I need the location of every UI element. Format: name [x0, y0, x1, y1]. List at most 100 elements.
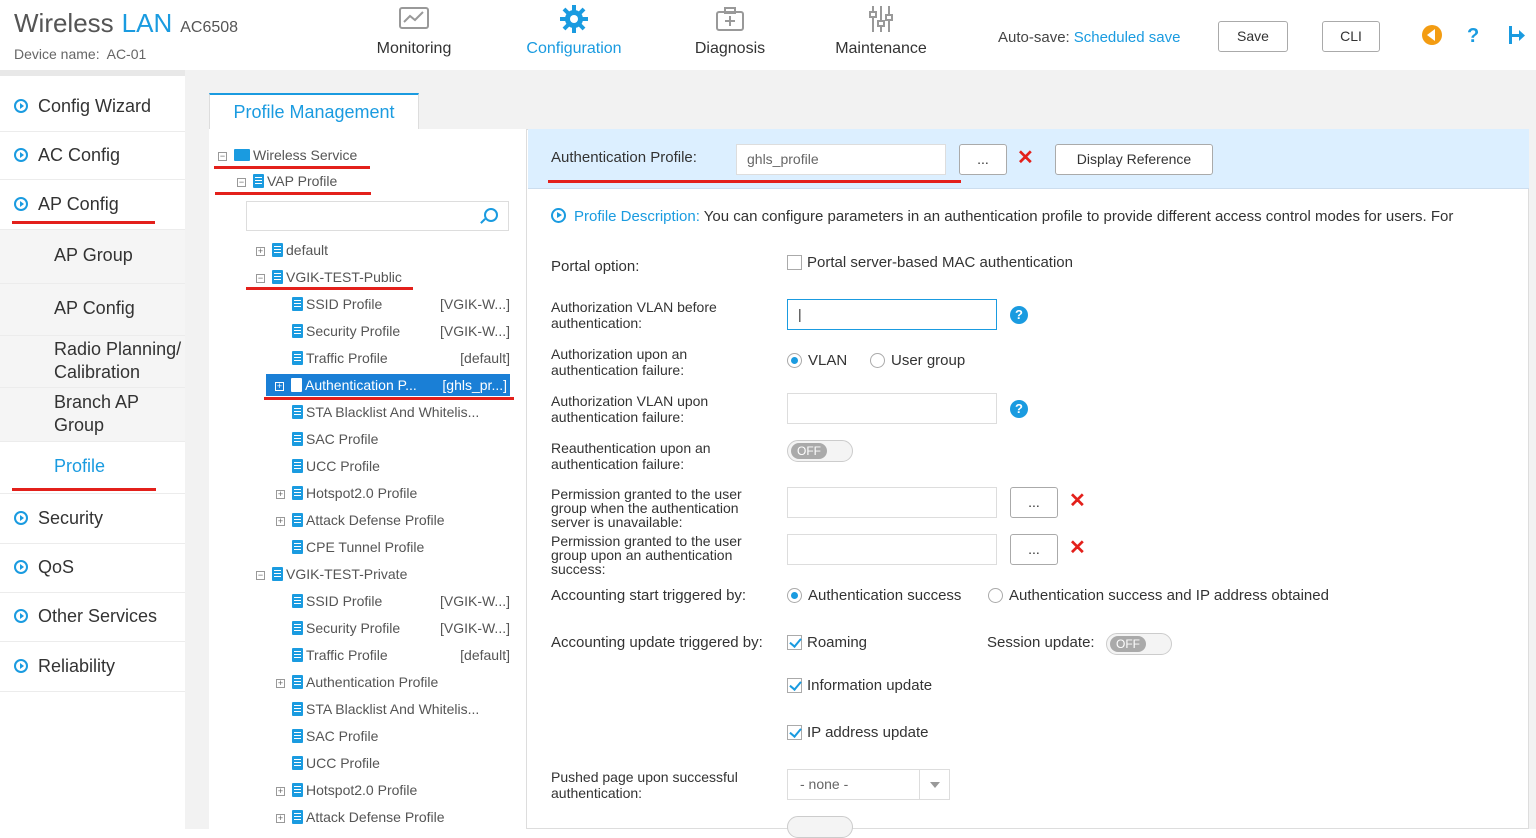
nav-configuration[interactable]: Configuration — [524, 4, 624, 58]
acct-update-roaming-checkbox[interactable] — [787, 635, 802, 650]
tree-node[interactable]: STA Blacklist And Whitelis... — [276, 401, 510, 423]
acct-update-ip-option[interactable]: IP address update — [787, 724, 928, 741]
session-update-toggle[interactable]: OFF — [1106, 633, 1172, 655]
perm-unavailable-browse-button[interactable]: ... — [1010, 487, 1058, 518]
tree-node[interactable]: Traffic Profile [default] — [276, 644, 510, 666]
perm-unavailable-input[interactable] — [787, 487, 997, 518]
tree-node[interactable]: + Authentication Profile — [276, 671, 510, 693]
expand-icon[interactable]: + — [275, 382, 284, 391]
sidebar-sub-ap-config[interactable]: AP Config — [0, 284, 185, 336]
acct-start-auth-ip-radio[interactable] — [988, 588, 1003, 603]
tree-node-authentication-selected[interactable]: + Authentication P... [ghls_pr...] — [266, 374, 510, 396]
tree-node[interactable]: Security Profile [VGIK-W...] — [276, 617, 510, 639]
tree-search[interactable] — [246, 201, 509, 231]
arrow-circle-icon — [14, 99, 28, 113]
nav-maintenance[interactable]: Maintenance — [834, 4, 928, 58]
acct-start-auth-success-option[interactable]: Authentication success — [787, 587, 961, 604]
auth-profile-input[interactable]: ghls_profile — [736, 144, 946, 175]
tree-node[interactable]: UCC Profile — [276, 455, 510, 477]
tree-node[interactable]: SAC Profile — [276, 725, 510, 747]
tree-node[interactable]: + Attack Defense Profile — [276, 509, 510, 531]
acct-update-roaming-option[interactable]: Roaming — [787, 634, 867, 651]
tree-node[interactable]: + default — [256, 239, 510, 261]
tree-node[interactable]: − VGIK-TEST-Private — [256, 563, 510, 585]
tree-root-wireless-service[interactable]: − Wireless Service — [218, 144, 357, 166]
search-icon[interactable] — [484, 208, 498, 222]
tree-node[interactable]: + Hotspot2.0 Profile — [276, 482, 510, 504]
nav-monitoring[interactable]: Monitoring — [373, 4, 455, 58]
top-header: Wireless LAN AC6508 Device name: AC-01 Mon… — [0, 0, 1536, 70]
scheduled-save-link[interactable]: Scheduled save — [1074, 29, 1181, 46]
acct-update-info-option[interactable]: Information update — [787, 677, 932, 694]
tree-node[interactable]: Traffic Profile [default] — [276, 347, 510, 369]
tree-node[interactable]: SAC Profile — [276, 428, 510, 450]
auth-fail-vlan-radio[interactable] — [787, 353, 802, 368]
expand-icon[interactable]: + — [256, 247, 265, 256]
sidebar-item-security[interactable]: Security — [0, 495, 185, 544]
arrow-circle-icon — [14, 148, 28, 162]
tree-node-vap-profile[interactable]: − VAP Profile — [237, 170, 337, 192]
cli-button[interactable]: CLI — [1322, 21, 1380, 52]
tree-node[interactable]: SSID Profile [VGIK-W...] — [276, 590, 510, 612]
collapse-icon[interactable]: − — [237, 178, 246, 187]
tree-node[interactable]: UCC Profile — [276, 752, 510, 774]
perm-success-input[interactable] — [787, 534, 997, 565]
expand-icon[interactable]: + — [276, 490, 285, 499]
tree-node[interactable]: + Hotspot2.0 Profile — [276, 779, 510, 801]
sidebar-item-ac-config[interactable]: AC Config — [0, 132, 185, 180]
save-button[interactable]: Save — [1218, 21, 1288, 52]
acct-update-ip-checkbox[interactable] — [787, 725, 802, 740]
logout-icon[interactable] — [1505, 24, 1527, 46]
auth-vlan-fail-input[interactable] — [787, 393, 997, 424]
sidebar-item-config-wizard[interactable]: Config Wizard — [0, 82, 185, 132]
partial-toggle[interactable] — [787, 816, 853, 838]
expand-icon[interactable]: + — [276, 814, 285, 823]
tree-node[interactable]: Security Profile [VGIK-W...] — [276, 320, 510, 342]
sidebar-sub-radio-planning[interactable]: Radio Planning/ Calibration — [0, 336, 185, 388]
auth-fail-usergroup-radio[interactable] — [870, 353, 885, 368]
portal-mac-auth-checkbox[interactable] — [787, 255, 802, 270]
clear-icon[interactable]: ✕ — [1017, 148, 1034, 168]
sidebar-sub-ap-group[interactable]: AP Group — [0, 230, 185, 284]
help-icon[interactable]: ? — [1010, 306, 1028, 324]
tree-node[interactable]: CPE Tunnel Profile — [276, 536, 510, 558]
tab-profile-management[interactable]: Profile Management — [209, 93, 419, 129]
expand-icon[interactable]: + — [276, 787, 285, 796]
nav-diagnosis[interactable]: Diagnosis — [694, 4, 766, 58]
doc-icon — [292, 621, 303, 635]
acct-start-auth-success-radio[interactable] — [787, 588, 802, 603]
help-icon[interactable]: ? — [1010, 400, 1028, 418]
clear-icon[interactable]: ✕ — [1069, 538, 1086, 558]
collapse-icon[interactable]: − — [256, 274, 265, 283]
sidebar-item-qos[interactable]: QoS — [0, 544, 185, 593]
back-icon[interactable] — [1421, 24, 1443, 46]
auth-fail-usergroup-option[interactable]: User group — [870, 352, 965, 369]
clear-icon[interactable]: ✕ — [1069, 491, 1086, 511]
chevron-down-icon[interactable] — [919, 770, 949, 799]
acct-start-auth-ip-option[interactable]: Authentication success and IP address ob… — [988, 587, 1329, 604]
pushed-page-select[interactable]: - none - — [787, 769, 950, 800]
collapse-icon[interactable]: − — [256, 571, 265, 580]
expand-icon[interactable]: + — [276, 679, 285, 688]
tree-node[interactable]: + Attack Defense Profile — [276, 806, 510, 828]
tree-search-input[interactable] — [247, 202, 467, 230]
sidebar-sub-branch-ap-group[interactable]: Branch AP Group — [0, 388, 185, 442]
auth-vlan-before-input[interactable]: | — [787, 299, 997, 330]
perm-success-browse-button[interactable]: ... — [1010, 534, 1058, 565]
acct-update-info-checkbox[interactable] — [787, 678, 802, 693]
reauth-toggle[interactable]: OFF — [787, 440, 853, 462]
expand-icon[interactable]: + — [276, 517, 285, 526]
tree-node[interactable]: SSID Profile [VGIK-W...] — [276, 293, 510, 315]
tree-node[interactable]: − VGIK-TEST-Public — [256, 266, 510, 288]
help-icon[interactable]: ? — [1462, 24, 1484, 46]
sidebar-item-reliability[interactable]: Reliability — [0, 642, 185, 692]
display-reference-button[interactable]: Display Reference — [1055, 144, 1213, 175]
auth-fail-vlan-option[interactable]: VLAN — [787, 352, 847, 369]
collapse-icon[interactable]: − — [218, 152, 227, 161]
tree-node[interactable]: STA Blacklist And Whitelis... — [276, 698, 510, 720]
sidebar-item-other-services[interactable]: Other Services — [0, 593, 185, 642]
auth-profile-browse-button[interactable]: ... — [959, 144, 1007, 175]
doc-icon — [292, 459, 303, 473]
sidebar-sub-profile[interactable]: Profile — [0, 442, 185, 494]
portal-mac-auth-option[interactable]: Portal server-based MAC authentication — [787, 254, 1073, 271]
